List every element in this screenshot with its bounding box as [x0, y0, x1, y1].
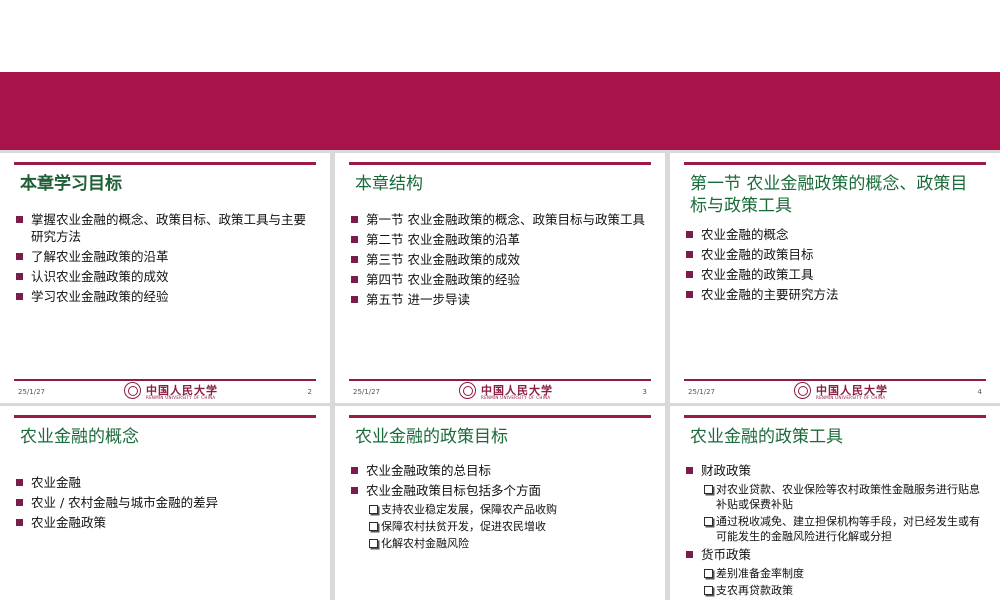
slide-top-rule	[14, 415, 316, 418]
slide-date: 25/1/27	[688, 388, 715, 396]
page-number: 4	[977, 388, 982, 396]
slide-top-rule	[14, 162, 316, 165]
top-blank-area	[0, 0, 1000, 72]
list-item: 农业金融	[16, 474, 318, 491]
list-item: 第五节 进一步导读	[351, 291, 653, 308]
university-seal-icon	[459, 382, 476, 399]
square-bullet-icon	[351, 296, 358, 303]
list-item: 农业金融的主要研究方法	[686, 286, 988, 303]
list-item: 了解农业金融政策的沿革	[16, 248, 318, 265]
slide-title: 农业金融的政策工具	[690, 427, 843, 447]
slide-top-rule	[349, 415, 651, 418]
square-bullet-icon	[686, 231, 693, 238]
list-item: 掌握农业金融的概念、政策目标、政策工具与主要研究方法	[16, 211, 318, 245]
square-bullet-icon	[16, 293, 23, 300]
square-bullet-icon	[16, 499, 23, 506]
list-item: 第一节 农业金融政策的概念、政策目标与政策工具	[351, 211, 653, 228]
square-bullet-icon	[351, 487, 358, 494]
slide-title: 农业金融的政策目标	[355, 427, 508, 447]
bullet-list: 农业金融 农业 / 农村金融与城市金融的差异 农业金融政策	[16, 474, 318, 534]
footer-rule	[14, 379, 316, 381]
list-item: 农业 / 农村金融与城市金融的差异	[16, 494, 318, 511]
page-number: 2	[307, 388, 312, 396]
slide-thumbnail-2[interactable]: 本章学习目标 掌握农业金融的概念、政策目标、政策工具与主要研究方法 了解农业金融…	[0, 153, 330, 403]
slide-thumbnail-3[interactable]: 本章结构 第一节 农业金融政策的概念、政策目标与政策工具 第二节 农业金融政策的…	[335, 153, 665, 403]
bullet-list: 第一节 农业金融政策的概念、政策目标与政策工具 第二节 农业金融政策的沿革 第三…	[351, 211, 653, 311]
square-bullet-icon	[686, 271, 693, 278]
footer-rule	[684, 379, 986, 381]
university-logo: 中国人民大学 RENMIN UNIVERSITY OF CHINA	[794, 382, 914, 401]
list-item: 认识农业金融政策的成效	[16, 268, 318, 285]
slide-title: 第一节 农业金融政策的概念、政策目标与政策工具	[690, 174, 968, 216]
slide-footer: 25/1/27 中国人民大学 RENMIN UNIVERSITY OF CHIN…	[335, 379, 665, 403]
university-logo: 中国人民大学 RENMIN UNIVERSITY OF CHINA	[124, 382, 244, 401]
slide-grid: 本章学习目标 掌握农业金融的概念、政策目标、政策工具与主要研究方法 了解农业金融…	[0, 150, 1000, 600]
square-bullet-icon	[16, 216, 23, 223]
slide-top-rule	[349, 162, 651, 165]
slide-title: 本章学习目标	[20, 174, 122, 194]
sub-list-item: 支农再贷款政策	[686, 583, 988, 598]
list-item: 第四节 农业金融政策的经验	[351, 271, 653, 288]
slide-footer: 25/1/27 中国人民大学 RENMIN UNIVERSITY OF CHIN…	[0, 379, 330, 403]
list-item: 财政政策	[686, 462, 988, 479]
list-item: 农业金融的政策目标	[686, 246, 988, 263]
sub-list-item: 差别准备金率制度	[686, 566, 988, 581]
list-item: 农业金融政策	[16, 514, 318, 531]
square-bullet-icon	[351, 256, 358, 263]
sub-list-item: 通过税收减免、建立担保机构等手段，对已经发生或有可能发生的金融风险进行化解或分担	[686, 514, 988, 544]
list-item: 农业金融的概念	[686, 226, 988, 243]
square-bullet-icon	[686, 467, 693, 474]
square-bullet-icon	[16, 273, 23, 280]
square-bullet-icon	[686, 251, 693, 258]
checkbox-bullet-icon	[369, 522, 378, 531]
footer-rule	[349, 379, 651, 381]
slide-thumbnail-4[interactable]: 第一节 农业金融政策的概念、政策目标与政策工具 农业金融的概念 农业金融的政策目…	[670, 153, 1000, 403]
bullet-list: 掌握农业金融的概念、政策目标、政策工具与主要研究方法 了解农业金融政策的沿革 认…	[16, 211, 318, 308]
bullet-list: 农业金融政策的总目标 农业金融政策目标包括多个方面 支持农业稳定发展，保障农产品…	[351, 462, 653, 553]
square-bullet-icon	[16, 519, 23, 526]
slide-date: 25/1/27	[18, 388, 45, 396]
sub-list-item: 支持农业稳定发展，保障农产品收购	[351, 502, 653, 517]
checkbox-bullet-icon	[704, 586, 713, 595]
square-bullet-icon	[351, 276, 358, 283]
square-bullet-icon	[686, 291, 693, 298]
checkbox-bullet-icon	[704, 569, 713, 578]
checkbox-bullet-icon	[369, 505, 378, 514]
square-bullet-icon	[351, 467, 358, 474]
bullet-list: 财政政策 对农业贷款、农业保险等农村政策性金融服务进行贴息补贴或保费补贴 通过税…	[686, 462, 988, 600]
sub-list-item: 化解农村金融风险	[351, 536, 653, 551]
checkbox-bullet-icon	[704, 517, 713, 526]
slide-footer: 25/1/27 中国人民大学 RENMIN UNIVERSITY OF CHIN…	[670, 379, 1000, 403]
list-item: 农业金融政策目标包括多个方面	[351, 482, 653, 499]
header-banner	[0, 72, 1000, 150]
slide-thumbnail-6[interactable]: 农业金融的政策目标 农业金融政策的总目标 农业金融政策目标包括多个方面 支持农业…	[335, 406, 665, 600]
slide-top-rule	[684, 415, 986, 418]
list-item: 第二节 农业金融政策的沿革	[351, 231, 653, 248]
square-bullet-icon	[351, 216, 358, 223]
list-item: 农业金融政策的总目标	[351, 462, 653, 479]
sub-list-item: 保障农村扶贫开发，促进农民增收	[351, 519, 653, 534]
slide-title: 本章结构	[355, 174, 423, 194]
sub-list-item: 对农业贷款、农业保险等农村政策性金融服务进行贴息补贴或保费补贴	[686, 482, 988, 512]
list-item: 农业金融的政策工具	[686, 266, 988, 283]
square-bullet-icon	[351, 236, 358, 243]
slide-thumbnail-7[interactable]: 农业金融的政策工具 财政政策 对农业贷款、农业保险等农村政策性金融服务进行贴息补…	[670, 406, 1000, 600]
slide-title: 农业金融的概念	[20, 427, 139, 447]
slide-date: 25/1/27	[353, 388, 380, 396]
university-logo: 中国人民大学 RENMIN UNIVERSITY OF CHINA	[459, 382, 579, 401]
university-seal-icon	[124, 382, 141, 399]
square-bullet-icon	[16, 479, 23, 486]
checkbox-bullet-icon	[704, 485, 713, 494]
slide-thumbnail-5[interactable]: 农业金融的概念 农业金融 农业 / 农村金融与城市金融的差异 农业金融政策	[0, 406, 330, 600]
square-bullet-icon	[16, 253, 23, 260]
checkbox-bullet-icon	[369, 539, 378, 548]
bullet-list: 农业金融的概念 农业金融的政策目标 农业金融的政策工具 农业金融的主要研究方法	[686, 226, 988, 306]
square-bullet-icon	[686, 551, 693, 558]
list-item: 第三节 农业金融政策的成效	[351, 251, 653, 268]
university-seal-icon	[794, 382, 811, 399]
page-number: 3	[642, 388, 647, 396]
list-item: 货币政策	[686, 546, 988, 563]
slide-top-rule	[684, 162, 986, 165]
list-item: 学习农业金融政策的经验	[16, 288, 318, 305]
